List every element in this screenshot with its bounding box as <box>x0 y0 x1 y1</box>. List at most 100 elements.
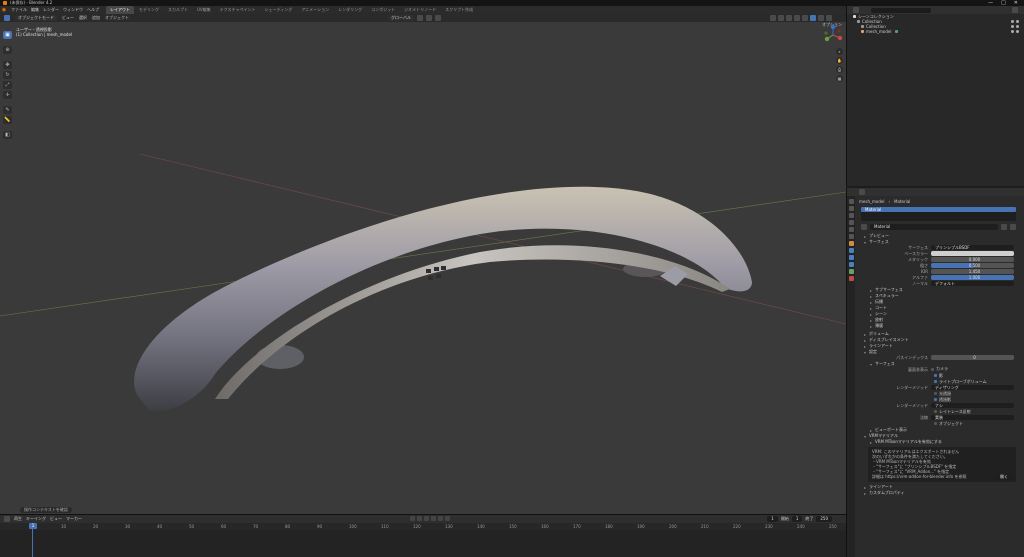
pivot-icon[interactable] <box>416 15 423 21</box>
snap-icon[interactable] <box>425 15 432 21</box>
measure-icon[interactable]: 📏 <box>3 116 12 124</box>
output-tab-icon[interactable] <box>848 213 854 218</box>
particles-tab-icon[interactable] <box>848 255 854 260</box>
menu-window[interactable]: ウィンドウ <box>63 7 83 13</box>
perspective-grid-icon[interactable]: ▦ <box>836 75 843 82</box>
prev-key-icon[interactable] <box>417 516 422 521</box>
playback-menu[interactable]: 再生 <box>14 516 22 522</box>
play-reverse-icon[interactable] <box>424 516 429 521</box>
operator-status[interactable]: 操作コンテキストを確認 <box>20 507 72 513</box>
open-url-button[interactable]: 開く <box>996 474 1012 480</box>
object-tab-icon[interactable] <box>848 241 854 246</box>
tool-tab-icon[interactable] <box>848 199 854 204</box>
transform-orientation[interactable]: グローバル <box>388 15 414 21</box>
render-method-field[interactable]: ディザリング <box>931 385 1014 390</box>
tab-layout[interactable]: レイアウト <box>106 6 134 14</box>
visibility-toggles[interactable] <box>1011 30 1024 33</box>
rendered-shading-icon[interactable] <box>826 15 832 21</box>
timeline-editor-icon[interactable] <box>4 516 10 522</box>
material-slot[interactable]: Material <box>861 207 1016 212</box>
blender-menu-icon[interactable]: ◉ <box>0 6 8 14</box>
subsection[interactable]: 薄膜 <box>856 323 1024 329</box>
modifier-tab-icon[interactable] <box>848 248 854 253</box>
camera-icon[interactable]: ⎙ <box>836 66 843 73</box>
properties-editor-icon[interactable] <box>859 189 865 195</box>
select-menu[interactable]: 選択 <box>79 15 87 21</box>
marker-menu[interactable]: マーカー <box>66 516 82 522</box>
scale-icon[interactable]: ⤢ <box>3 81 12 89</box>
jump-end-icon[interactable] <box>445 516 450 521</box>
unlink-material-icon[interactable] <box>1010 224 1016 230</box>
xray-icon[interactable] <box>794 15 800 21</box>
next-key-icon[interactable] <box>438 516 443 521</box>
tab-shading[interactable]: シェーディング <box>261 6 297 14</box>
material-name-field[interactable]: Material <box>870 224 998 230</box>
tab-scripting[interactable]: スクリプト作成 <box>441 6 477 14</box>
play-icon[interactable] <box>431 516 436 521</box>
viewport-canvas[interactable] <box>0 14 846 514</box>
normal-space-field[interactable]: 実装 <box>931 415 1014 420</box>
select-box-icon[interactable]: ▣ <box>3 31 12 39</box>
zoom-icon[interactable]: ⌕ <box>836 48 843 55</box>
3d-viewport[interactable]: オブジェクトモード ビュー 選択 追加 オブジェクト グローバル ユーザー・透視… <box>0 14 846 514</box>
proportional-icon[interactable] <box>434 15 441 21</box>
normal-field[interactable]: デフォルト <box>931 281 1014 286</box>
tab-geometry-nodes[interactable]: ジオメトリノード <box>400 6 440 14</box>
transform-icon[interactable]: ✛ <box>3 91 12 99</box>
editor-type-icon[interactable] <box>4 15 10 21</box>
section-vrm-mtoon[interactable]: VRM MToonマテリアルを有効にする <box>856 439 1024 445</box>
wireframe-shading-icon[interactable] <box>802 15 808 21</box>
navigation-gizmo[interactable] <box>822 24 844 46</box>
tab-uv[interactable]: UV編集 <box>193 6 215 14</box>
view-layer-tab-icon[interactable] <box>848 220 854 225</box>
transparent-shadow-checkbox[interactable] <box>934 398 937 401</box>
data-tab-icon[interactable] <box>848 269 854 274</box>
tab-rendering[interactable]: レンダリング <box>334 6 366 14</box>
backface-checkbox[interactable] <box>931 367 934 371</box>
physics-tab-icon[interactable] <box>848 262 854 267</box>
section-custom-properties[interactable]: カスタムプロパティ <box>856 490 1024 496</box>
material-browse-icon[interactable] <box>861 224 867 230</box>
material-tab-icon[interactable] <box>848 276 854 281</box>
visibility-icon[interactable] <box>770 15 776 21</box>
ior-field[interactable]: 1.450 <box>931 269 1014 274</box>
base-color-swatch[interactable] <box>931 251 1014 256</box>
material-slot-list[interactable]: Material <box>861 207 1016 221</box>
alpha-slider[interactable]: 1.000 <box>931 275 1014 280</box>
render-tab-icon[interactable] <box>848 206 854 211</box>
timeline-view-menu[interactable]: ビュー <box>50 516 62 522</box>
scene-tab-icon[interactable] <box>848 227 854 232</box>
outliner-editor-icon[interactable] <box>853 7 859 13</box>
solid-shading-icon[interactable] <box>810 15 816 21</box>
menu-help[interactable]: ヘルプ <box>87 7 99 13</box>
cursor-icon[interactable]: ⊕ <box>3 46 12 54</box>
menu-render[interactable]: レンダー <box>43 7 59 13</box>
screen-space-checkbox[interactable] <box>934 422 937 425</box>
pass-index-field[interactable]: 0 <box>931 355 1014 360</box>
alpha-light-checkbox[interactable] <box>934 392 937 395</box>
keying-menu[interactable]: キーイング <box>26 516 46 522</box>
add-menu[interactable]: 追加 <box>92 15 100 21</box>
end-frame-field[interactable]: 250 <box>816 516 832 522</box>
rotate-icon[interactable]: ↻ <box>3 71 12 79</box>
jump-start-icon[interactable] <box>410 516 415 521</box>
filter-icon[interactable] <box>1012 7 1018 13</box>
tab-animation[interactable]: アニメーション <box>297 6 333 14</box>
light-probe-checkbox[interactable] <box>934 380 937 383</box>
surface-shader-field[interactable]: プリンシプルBSDF <box>931 245 1014 250</box>
tab-compositing[interactable]: コンポジット <box>367 6 399 14</box>
shadow-checkbox[interactable] <box>934 374 937 377</box>
duplicate-material-icon[interactable] <box>1001 224 1007 230</box>
world-tab-icon[interactable] <box>848 234 854 239</box>
outliner-search-input[interactable] <box>871 7 931 13</box>
start-frame-field[interactable]: 1 <box>791 516 803 522</box>
add-cube-icon[interactable]: ◧ <box>3 131 12 139</box>
raytrace-checkbox[interactable] <box>934 410 937 413</box>
thickness-field[interactable]: ナシ <box>931 403 1014 408</box>
outliner-row[interactable]: mesh_model <box>847 29 1024 34</box>
tab-modeling[interactable]: モデリング <box>135 6 163 14</box>
gizmo-icon[interactable] <box>778 15 784 21</box>
playhead[interactable]: 1 <box>29 523 37 529</box>
current-frame-field[interactable]: 1 <box>767 516 778 522</box>
visibility-toggles[interactable] <box>1011 20 1024 23</box>
